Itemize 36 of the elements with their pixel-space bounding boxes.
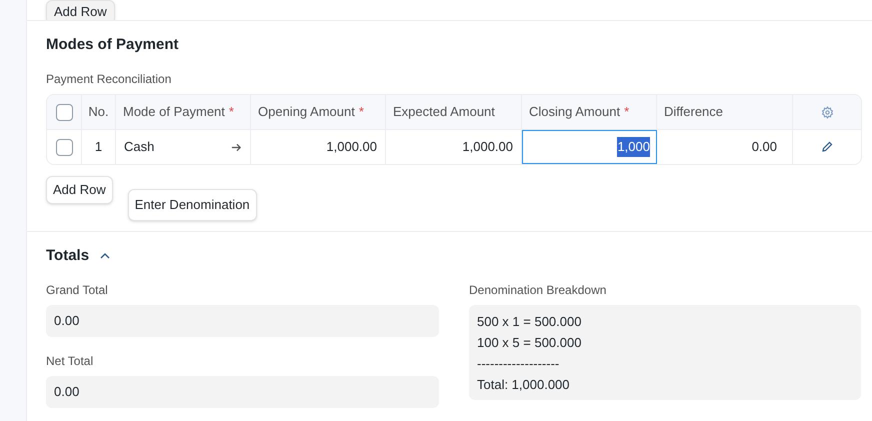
settings-icon[interactable] — [820, 106, 834, 118]
column-title: Mode of Payment — [123, 103, 225, 122]
checkbox[interactable] — [56, 138, 72, 156]
edit-icon[interactable] — [821, 141, 833, 153]
table-cell: 1 — [82, 130, 116, 164]
field-label: Grand Total — [46, 282, 109, 298]
text-line: 100 x 5 = 500.000 — [477, 334, 582, 352]
column-title: Expected Amount — [393, 103, 495, 122]
required-asterisk: * — [228, 103, 234, 122]
add-row-button[interactable]: Add Row — [46, 176, 113, 204]
table-cell: 0.00 — [657, 130, 793, 164]
required-asterisk: * — [624, 103, 630, 122]
table-cell-text: Cash — [124, 138, 154, 156]
add-row-button[interactable]: Add Row — [46, 0, 115, 20]
section-title: Totals — [46, 246, 90, 266]
column-title: Opening Amount — [258, 103, 355, 122]
field-label: Denomination Breakdown — [469, 282, 608, 298]
required-asterisk: * — [358, 103, 364, 122]
field-label: Net Total — [46, 353, 94, 369]
arrow-right-icon[interactable] — [231, 142, 242, 152]
input-field[interactable]: 0.00 — [46, 305, 439, 337]
text-area[interactable]: 500 x 1 = 500.000 100 x 5 = 500.000 ------------------- Total: 1,000.000 — [469, 305, 861, 400]
column-title: Closing Amount — [529, 103, 620, 122]
column-title: No. — [88, 103, 109, 122]
text-line: 500 x 1 = 500.000 — [477, 313, 582, 331]
closing-amount-input[interactable]: 1,000 — [522, 130, 657, 164]
enter-denomination-button[interactable]: Enter Denomination — [128, 189, 257, 221]
text-line: Total: 1,000.000 — [477, 376, 570, 394]
text-line: ------------------- — [477, 355, 560, 373]
table-cell: 1,000.00 — [251, 130, 386, 164]
table-cell: 1,000.00 — [386, 130, 522, 164]
checkbox[interactable] — [56, 104, 72, 120]
input-field[interactable]: 0.00 — [46, 376, 439, 408]
section-title: Modes of Payment — [46, 35, 180, 55]
table-label: Payment Reconciliation — [46, 71, 172, 87]
column-title: Difference — [664, 103, 724, 122]
